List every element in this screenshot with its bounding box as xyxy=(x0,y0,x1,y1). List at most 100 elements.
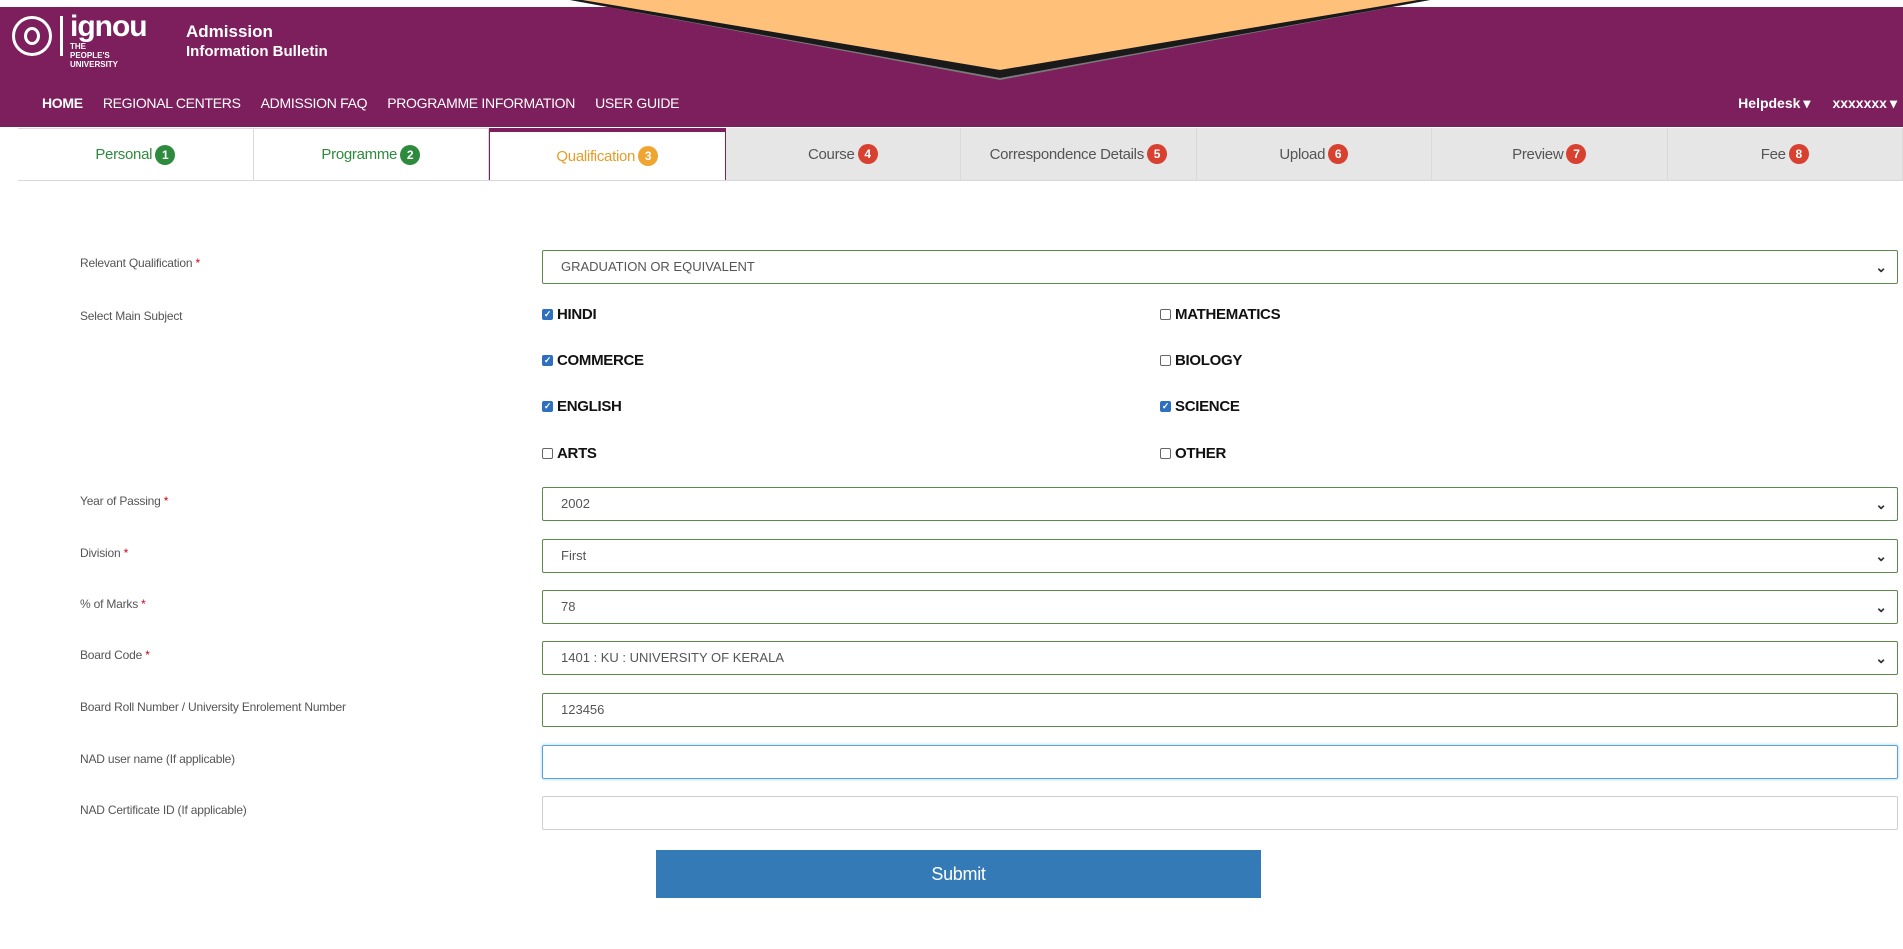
board-code-label: Board Code * xyxy=(80,648,150,662)
tab-label: Upload xyxy=(1279,145,1326,163)
checkbox-label: COMMERCE xyxy=(557,352,644,369)
select-value: GRADUATION OR EQUIVALENT xyxy=(561,259,755,274)
step-badge: 5 xyxy=(1146,144,1167,164)
submit-button[interactable]: Submit xyxy=(656,850,1261,898)
tab-label: Preview xyxy=(1512,145,1564,163)
caret-down-icon: ▾ xyxy=(1889,95,1897,111)
checkbox-checked-icon: ✓ xyxy=(1160,401,1171,412)
nav-programme-information[interactable]: PROGRAMME INFORMATION xyxy=(387,93,575,113)
roll-number-label: Board Roll Number / University Enrolemen… xyxy=(80,700,346,714)
ignou-logo[interactable]: ignou THE PEOPLE'S UNIVERSITY xyxy=(12,10,162,69)
tab-qualification[interactable]: Qualification 3 xyxy=(489,128,726,180)
nad-user-label: NAD user name (If applicable) xyxy=(80,752,235,766)
tab-fee[interactable]: Fee 8 xyxy=(1667,128,1903,180)
board-code-select[interactable]: 1401 : KU : UNIVERSITY OF KERALA ⌄ xyxy=(542,641,1898,675)
logo-emblem-icon xyxy=(12,16,52,56)
site-title-line1: Admission xyxy=(186,22,273,41)
logo-divider xyxy=(60,16,63,56)
chevron-down-icon: ⌄ xyxy=(1875,548,1887,564)
nad-cert-input[interactable] xyxy=(542,796,1898,830)
main-nav: HOME REGIONAL CENTERS ADMISSION FAQ PROG… xyxy=(42,93,699,113)
tab-correspondence-details[interactable]: Correspondence Details 5 xyxy=(961,128,1197,180)
subject-checkbox-science[interactable]: ✓ SCIENCE xyxy=(1160,398,1240,415)
subject-checkbox-mathematics[interactable]: MATHEMATICS xyxy=(1160,306,1281,323)
tab-upload[interactable]: Upload 6 xyxy=(1196,128,1432,180)
tab-label: Personal xyxy=(95,146,153,163)
subject-checkbox-hindi[interactable]: ✓ HINDI xyxy=(542,306,597,323)
checkbox-checked-icon: ✓ xyxy=(542,309,553,320)
site-title: Admission Information Bulletin xyxy=(186,22,328,62)
nav-home[interactable]: HOME xyxy=(42,93,83,113)
nad-cert-label: NAD Certificate ID (If applicable) xyxy=(80,803,247,817)
percent-marks-select[interactable]: 78 ⌄ xyxy=(542,590,1898,624)
relevant-qualification-label: Relevant Qualification * xyxy=(80,256,200,270)
required-mark: * xyxy=(123,546,129,560)
nav-right: Helpdesk ▾ xxxxxxx ▾ xyxy=(1738,95,1897,112)
checkbox-empty-icon xyxy=(1160,309,1171,320)
subject-checkbox-biology[interactable]: BIOLOGY xyxy=(1160,352,1242,369)
qualification-form: Relevant Qualification * GRADUATION OR E… xyxy=(30,182,1903,912)
tab-programme[interactable]: Programme 2 xyxy=(253,128,489,180)
step-badge: 4 xyxy=(857,144,878,164)
chevron-down-icon: ⌄ xyxy=(1875,496,1887,512)
step-badge: 3 xyxy=(638,146,659,166)
subject-checkbox-english[interactable]: ✓ ENGLISH xyxy=(542,398,622,415)
caret-down-icon: ▾ xyxy=(1803,95,1811,111)
nad-user-input[interactable] xyxy=(542,745,1898,779)
chevron-down-icon: ⌄ xyxy=(1875,650,1887,666)
checkbox-checked-icon: ✓ xyxy=(542,401,553,412)
tab-course[interactable]: Course 4 xyxy=(725,128,961,180)
tab-personal[interactable]: Personal 1 xyxy=(18,128,254,180)
logo-word: ignou xyxy=(70,10,148,43)
roll-number-input[interactable]: 123456 xyxy=(542,693,1898,727)
division-select[interactable]: First ⌄ xyxy=(542,539,1898,573)
percent-marks-label: % of Marks * xyxy=(80,597,146,611)
chevron-down-icon: ⌄ xyxy=(1875,259,1887,275)
step-badge: 7 xyxy=(1566,144,1587,164)
step-badge: 1 xyxy=(155,144,176,165)
tab-label: Correspondence Details xyxy=(989,145,1145,163)
checkbox-label: SCIENCE xyxy=(1175,398,1240,415)
tab-label: Course xyxy=(807,145,855,163)
nav-user-guide[interactable]: USER GUIDE xyxy=(595,93,679,113)
chevron-down-icon: ⌄ xyxy=(1875,599,1887,615)
subject-checkbox-arts[interactable]: ARTS xyxy=(542,445,597,462)
tab-preview[interactable]: Preview 7 xyxy=(1432,128,1668,180)
checkbox-label: ARTS xyxy=(557,445,597,462)
select-value: First xyxy=(561,548,587,563)
user-label: xxxxxxx xyxy=(1832,95,1887,111)
step-badge: 8 xyxy=(1788,144,1809,164)
main-subject-label: Select Main Subject xyxy=(80,309,183,323)
division-label: Division * xyxy=(80,546,128,560)
checkbox-label: BIOLOGY xyxy=(1175,352,1243,369)
required-mark: * xyxy=(163,494,169,508)
required-mark: * xyxy=(141,597,146,611)
checkbox-label: OTHER xyxy=(1175,445,1227,462)
helpdesk-menu[interactable]: Helpdesk ▾ xyxy=(1738,95,1810,112)
down-arrow-icon xyxy=(570,0,1430,80)
tab-label: Qualification xyxy=(556,147,636,165)
nav-regional-centers[interactable]: REGIONAL CENTERS xyxy=(103,93,241,113)
nav-admission-faq[interactable]: ADMISSION FAQ xyxy=(261,93,368,113)
label-text: Year of Passing xyxy=(80,494,161,508)
checkbox-empty-icon xyxy=(1160,448,1171,459)
required-mark: * xyxy=(195,256,200,270)
checkbox-label: HINDI xyxy=(557,306,597,323)
tab-label: Programme xyxy=(321,146,398,163)
step-badge: 2 xyxy=(400,144,421,165)
user-menu[interactable]: xxxxxxx ▾ xyxy=(1832,95,1897,112)
checkbox-label: MATHEMATICS xyxy=(1175,306,1281,323)
checkbox-empty-icon xyxy=(1160,355,1171,366)
helpdesk-label: Helpdesk xyxy=(1738,95,1801,111)
select-value: 1401 : KU : UNIVERSITY OF KERALA xyxy=(561,650,785,665)
subject-checkbox-other[interactable]: OTHER xyxy=(1160,445,1226,462)
subject-checkbox-commerce[interactable]: ✓ COMMERCE xyxy=(542,352,644,369)
site-title-line2: Information Bulletin xyxy=(186,43,328,60)
year-of-passing-select[interactable]: 2002 ⌄ xyxy=(542,487,1898,521)
site-header: ignou THE PEOPLE'S UNIVERSITY Admission … xyxy=(0,0,1903,127)
required-mark: * xyxy=(145,648,150,662)
relevant-qualification-select[interactable]: GRADUATION OR EQUIVALENT ⌄ xyxy=(542,250,1898,284)
step-tabs: Personal 1 Programme 2 Qualification 3 C… xyxy=(18,128,1903,181)
step-badge: 6 xyxy=(1328,144,1349,164)
label-text: Division xyxy=(80,546,121,560)
